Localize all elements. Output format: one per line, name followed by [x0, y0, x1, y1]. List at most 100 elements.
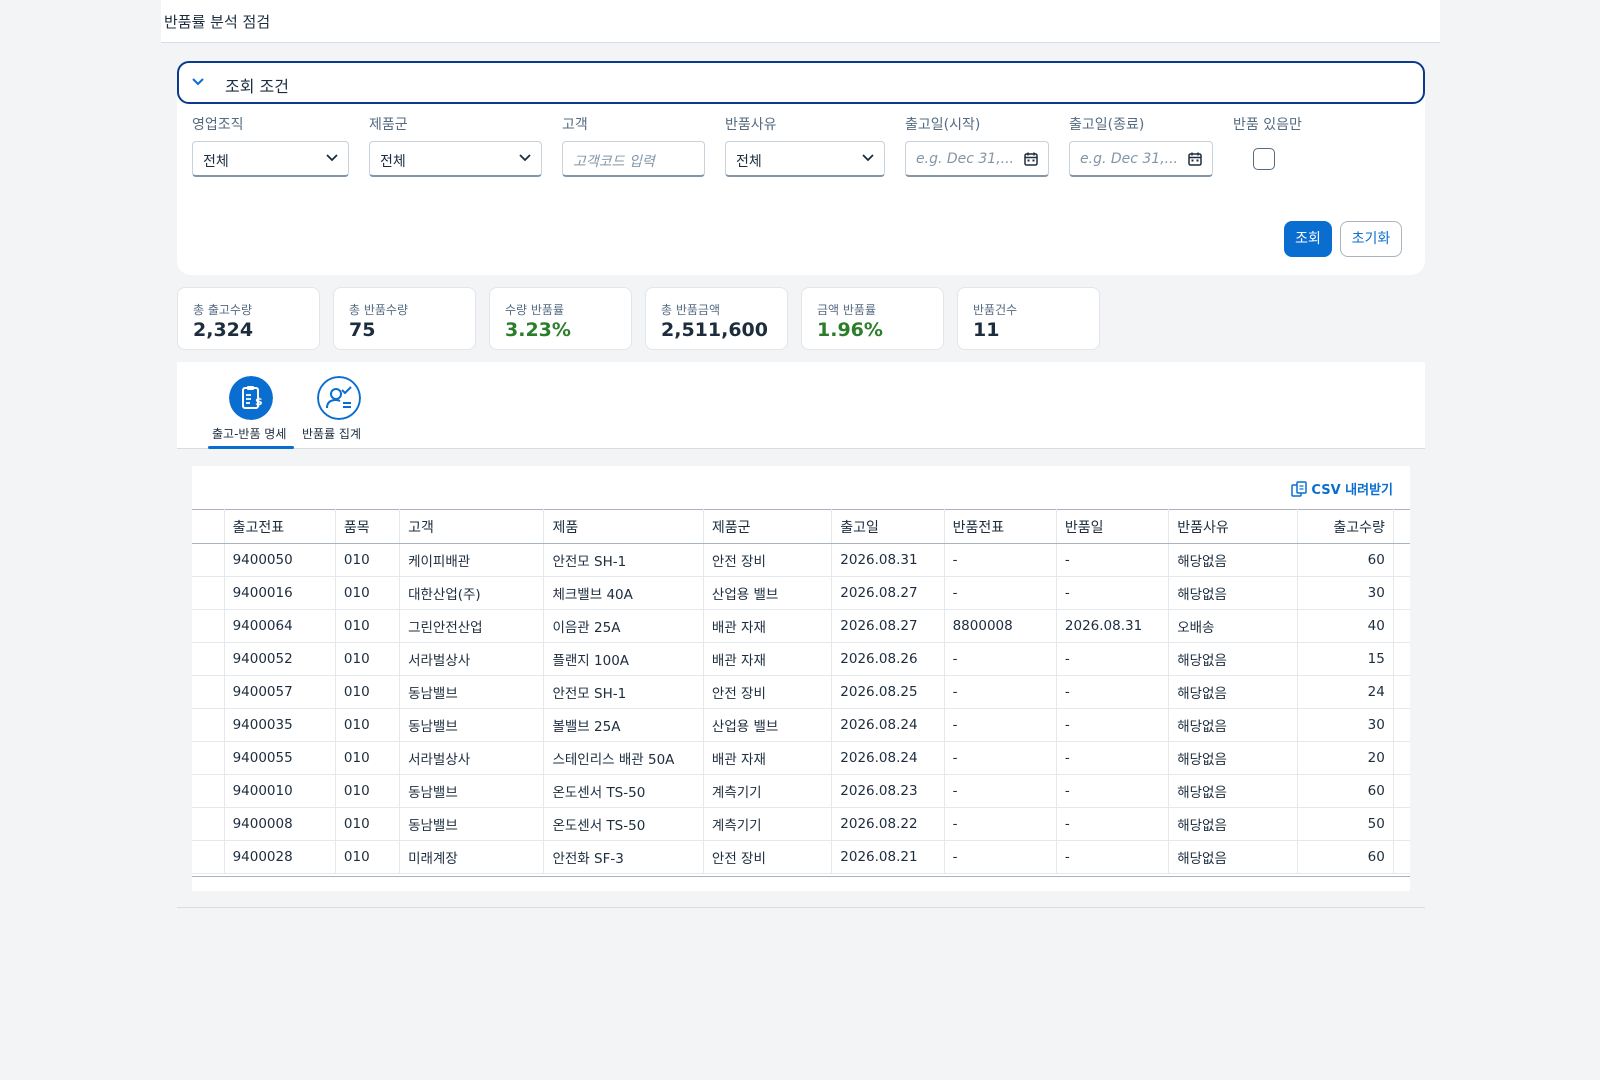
table-row[interactable]: 9400028 010 미래계장 안전화 SF-3 안전 장비 2026.08.21- - 해…: [192, 840, 1410, 874]
table-cell: 50: [1297, 807, 1394, 841]
start-date-input[interactable]: e.g. Dec 31,...: [905, 141, 1049, 177]
table-cell: 온도센서 TS-50: [543, 774, 704, 808]
column-header[interactable]: 출고수량: [1297, 509, 1394, 544]
table-cell: 60: [1297, 774, 1394, 808]
kpi-card-return-amount: 총 반품금액 2,511,600: [645, 287, 788, 350]
org-select[interactable]: 전체: [192, 141, 349, 177]
table-cell: 9400035: [224, 708, 336, 742]
row-selector-cell[interactable]: [192, 807, 225, 841]
table-row[interactable]: 9400035 010 동남밸브 볼밸브 25A 산업용 밸브 2026.08.24- - 해…: [192, 708, 1410, 742]
table-cell: -: [944, 840, 1057, 874]
row-selector-cell[interactable]: [192, 642, 225, 676]
column-header[interactable]: 반품일: [1056, 509, 1170, 544]
filler-cell: [1393, 840, 1410, 874]
table-cell: 해당없음: [1168, 807, 1298, 841]
table-cell: 9400010: [224, 774, 336, 808]
end-date-placeholder: e.g. Dec 31,...: [1080, 151, 1179, 167]
column-header[interactable]: 출고일: [831, 509, 945, 544]
table-cell: 스테인리스 배관 50A: [543, 741, 704, 775]
column-header[interactable]: 반품사유: [1168, 509, 1298, 544]
table-row[interactable]: 9400064 010 그린안전산업 이음관 25A 배관 자재 2026.08.27 88…: [192, 609, 1410, 643]
table-cell: 9400055: [224, 741, 336, 775]
column-header[interactable]: 출고전표: [224, 509, 336, 544]
column-header[interactable]: 제품군: [703, 509, 833, 544]
kpi-label: 수량 반품률: [505, 303, 565, 317]
row-selector-cell[interactable]: [192, 840, 225, 874]
reason-value: 전체: [736, 154, 762, 170]
table-row[interactable]: 9400010 010 동남밸브 온도센서 TS-50 계측기기 2026.08.23- -…: [192, 774, 1410, 808]
filler-cell: [1393, 576, 1410, 610]
reset-button[interactable]: 초기화: [1340, 221, 1402, 257]
tab-shipment-return-detail[interactable]: $ 출고-반품 명세: [208, 362, 294, 446]
table-cell: 9400016: [224, 576, 336, 610]
calendar-icon[interactable]: [1023, 151, 1039, 167]
table-cell: -: [944, 543, 1057, 577]
table-cell: -: [944, 642, 1057, 676]
row-selector-cell[interactable]: [192, 576, 225, 610]
table-cell: 배관 자재: [703, 741, 833, 775]
table-row[interactable]: 9400050 010 케이피배관 안전모 SH-1 안전 장비 2026.08.31- -…: [192, 543, 1410, 577]
tab-selection-indicator: [208, 446, 294, 449]
csv-download-button[interactable]: CSV 내려받기: [1291, 479, 1393, 498]
table-cell: -: [1056, 741, 1170, 775]
table-cell: 미래계장: [399, 840, 545, 874]
end-date-label: 출고일(종료): [1069, 117, 1145, 133]
table-cell: 010: [335, 543, 401, 577]
group-select[interactable]: 전체: [369, 141, 542, 177]
user-check-icon: [317, 376, 361, 420]
table-cell: 2026.08.25: [831, 675, 945, 709]
table-cell: 2026.08.21: [831, 840, 945, 874]
table-row[interactable]: 9400052 010 서라벌상사 플랜지 100A 배관 자재 2026.08.26- -…: [192, 642, 1410, 676]
row-selector-cell[interactable]: [192, 708, 225, 742]
table-cell: 오배송: [1168, 609, 1298, 643]
table-cell: 60: [1297, 840, 1394, 874]
table-row[interactable]: 9400016 010 대한산업(주) 체크밸브 40A 산업용 밸브 2026.08.2…: [192, 576, 1410, 610]
table-cell: 24: [1297, 675, 1394, 709]
table-cell: 대한산업(주): [399, 576, 545, 610]
table-cell: 2026.08.24: [831, 708, 945, 742]
calendar-icon[interactable]: [1187, 151, 1203, 167]
reason-label: 반품사유: [725, 117, 777, 133]
table-cell: 해당없음: [1168, 741, 1298, 775]
filler-cell: [1393, 675, 1410, 709]
table-row[interactable]: 9400057 010 동남밸브 안전모 SH-1 안전 장비 2026.08.25- - 해…: [192, 675, 1410, 709]
table-cell: 30: [1297, 576, 1394, 610]
customer-placeholder: 고객코드 입력: [573, 154, 655, 170]
shell-bar: 반품률 분석 점검: [161, 0, 1440, 43]
column-header[interactable]: 반품전표: [944, 509, 1057, 544]
row-selector-cell[interactable]: [192, 741, 225, 775]
row-selector-cell[interactable]: [192, 675, 225, 709]
customer-input[interactable]: 고객코드 입력: [562, 141, 705, 177]
table-cell: -: [1056, 543, 1170, 577]
table-row[interactable]: 9400008 010 동남밸브 온도센서 TS-50 계측기기 2026.08.22- -…: [192, 807, 1410, 841]
row-selector-header: [192, 509, 225, 544]
table-cell: 9400064: [224, 609, 336, 643]
table-cell: 해당없음: [1168, 576, 1298, 610]
table-cell: 서라벌상사: [399, 741, 545, 775]
kpi-card-return-count: 반품건수 11: [957, 287, 1100, 350]
reason-select[interactable]: 전체: [725, 141, 885, 177]
tab-return-rate-summary[interactable]: 반품률 집계: [302, 362, 376, 446]
row-selector-cell[interactable]: [192, 609, 225, 643]
column-header[interactable]: 제품: [543, 509, 704, 544]
tab-label: 반품률 집계: [302, 427, 362, 441]
table-row[interactable]: 9400055 010 서라벌상사 스테인리스 배관 50A 배관 자재 2026.08.…: [192, 741, 1410, 775]
filter-panel-header[interactable]: 조회 조건: [177, 61, 1425, 104]
chevron-down-icon[interactable]: [190, 73, 206, 89]
chevron-down-icon: [862, 154, 874, 162]
table-cell: 온도센서 TS-50: [543, 807, 704, 841]
search-button[interactable]: 조회: [1284, 221, 1332, 257]
table-cell: 안전모 SH-1: [543, 543, 704, 577]
column-header[interactable]: 품목: [335, 509, 401, 544]
kpi-value: 2,324: [193, 319, 254, 341]
table-cell: 안전화 SF-3: [543, 840, 704, 874]
returns-only-checkbox[interactable]: [1253, 148, 1275, 170]
table-cell: 2026.08.27: [831, 576, 945, 610]
detail-table-card: CSV 내려받기 출고전표 품목 고객 제품 제품군 출고일 반품전표 반품일: [192, 466, 1410, 891]
filler-cell: [1393, 609, 1410, 643]
table-cell: 동남밸브: [399, 708, 545, 742]
row-selector-cell[interactable]: [192, 774, 225, 808]
end-date-input[interactable]: e.g. Dec 31,...: [1069, 141, 1213, 177]
row-selector-cell[interactable]: [192, 543, 225, 577]
column-header[interactable]: 고객: [399, 509, 545, 544]
